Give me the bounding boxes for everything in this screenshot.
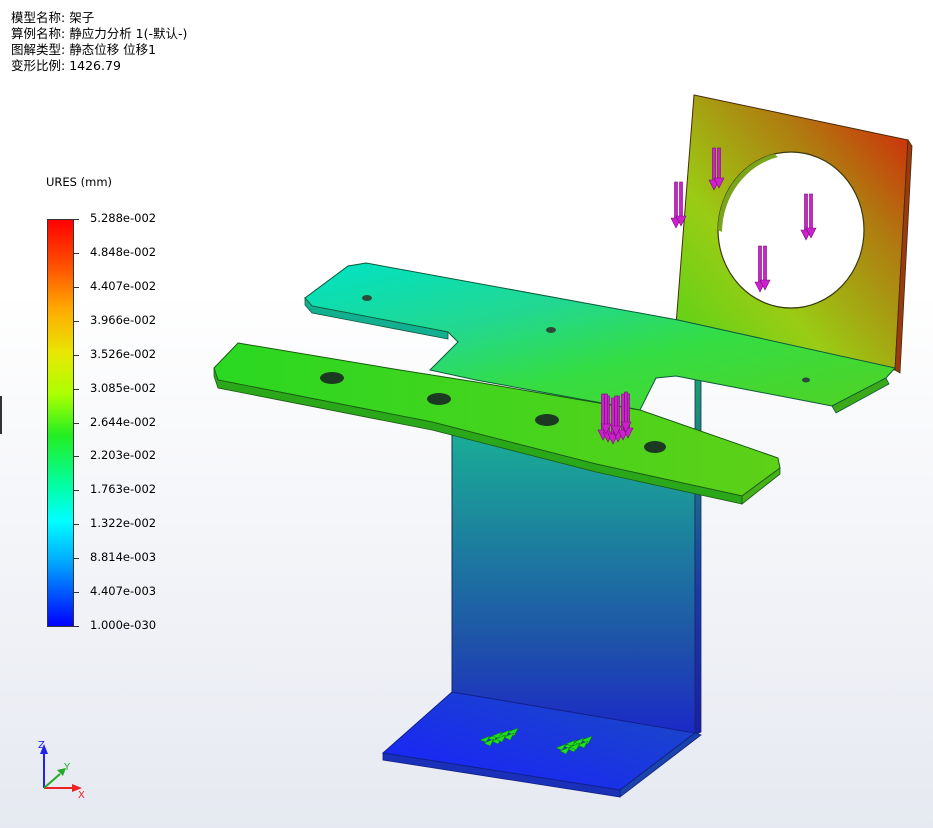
x-axis-label: X	[78, 790, 85, 798]
y-axis-line	[43, 773, 61, 789]
z-axis-label: Z	[38, 740, 45, 751]
y-axis-label: Y	[63, 762, 71, 773]
model-viewport[interactable]	[0, 0, 933, 828]
axis-triad[interactable]: Z X Y	[28, 734, 88, 798]
